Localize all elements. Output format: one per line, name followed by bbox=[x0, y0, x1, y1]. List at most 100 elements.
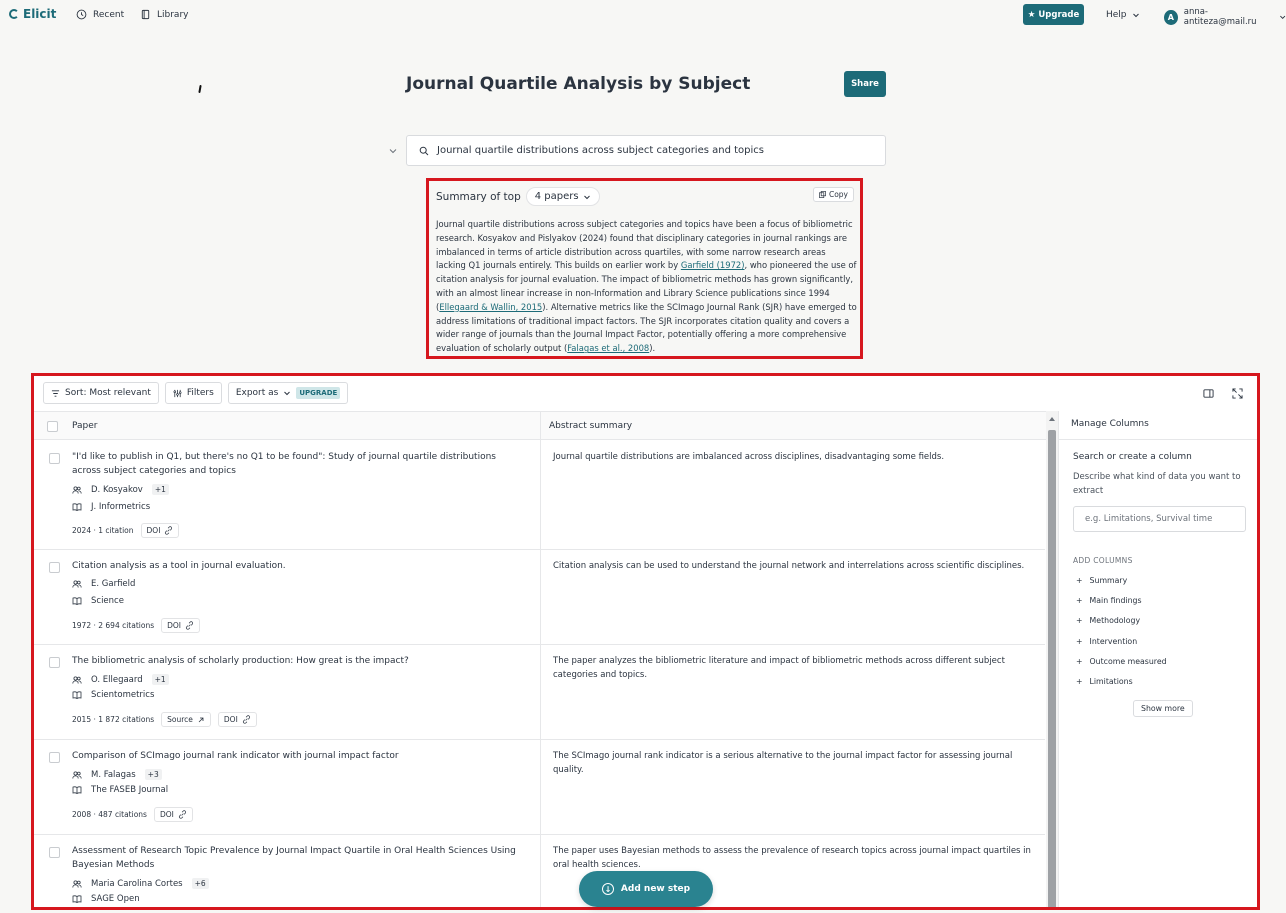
table-row[interactable]: Comparison of SCImago journal rank indic… bbox=[34, 740, 1045, 835]
book-icon bbox=[141, 9, 150, 20]
table-row[interactable]: Citation analysis as a tool in journal e… bbox=[34, 550, 1045, 645]
table-row[interactable]: "I'd like to publish in Q1, but there's … bbox=[34, 441, 1045, 550]
search-input[interactable]: Journal quartile distributions across su… bbox=[406, 135, 886, 166]
year-citations: 2008 · 487 citations bbox=[72, 810, 147, 819]
table-row[interactable]: Assessment of Research Topic Prevalence … bbox=[34, 835, 1045, 907]
column-option-label: Limitations bbox=[1089, 677, 1133, 686]
scroll-up-arrow-icon[interactable] bbox=[1046, 414, 1058, 424]
row-checkbox[interactable] bbox=[49, 847, 60, 858]
elicit-logo[interactable]: Elicit bbox=[9, 7, 56, 21]
plus-icon: + bbox=[1076, 637, 1083, 646]
paper-title[interactable]: "I'd like to publish in Q1, but there's … bbox=[72, 450, 522, 478]
share-button[interactable]: Share bbox=[844, 71, 886, 97]
add-column-outcome-measured[interactable]: + Outcome measured bbox=[1076, 657, 1167, 666]
nav-library[interactable]: Library bbox=[140, 9, 188, 20]
table-header: Paper Abstract summary bbox=[34, 411, 1057, 440]
paper-title[interactable]: Comparison of SCImago journal rank indic… bbox=[72, 749, 522, 763]
doi-link[interactable]: DOI bbox=[153, 807, 193, 822]
papers-count-label: 4 papers bbox=[534, 191, 579, 202]
filters-button[interactable]: Filters bbox=[164, 382, 222, 404]
paper-authors: E. Garfield bbox=[72, 579, 135, 589]
nav-library-label: Library bbox=[157, 9, 189, 20]
doi-link[interactable]: DOI bbox=[217, 712, 257, 727]
row-checkbox[interactable] bbox=[49, 562, 60, 573]
paper-title[interactable]: Assessment of Research Topic Prevalence … bbox=[72, 844, 522, 872]
filters-label: Filters bbox=[186, 388, 214, 398]
citation-link[interactable]: Ellegaard & Wallin, 2015 bbox=[439, 302, 542, 312]
citation-link[interactable]: Falagas et al., 2008 bbox=[567, 343, 649, 353]
add-column-intervention[interactable]: + Intervention bbox=[1076, 637, 1137, 646]
collapse-chevron-icon[interactable] bbox=[388, 146, 398, 156]
paper-title[interactable]: Citation analysis as a tool in journal e… bbox=[72, 559, 522, 573]
user-menu[interactable]: A anna-antiteza@mail.ru bbox=[1164, 7, 1286, 27]
column-header-paper[interactable]: Paper bbox=[72, 421, 98, 431]
open-book-icon bbox=[72, 786, 82, 794]
table-row[interactable]: The bibliometric analysis of scholarly p… bbox=[34, 645, 1045, 740]
upgrade-button[interactable]: ★ Upgrade bbox=[1023, 4, 1084, 25]
open-book-icon bbox=[72, 503, 82, 511]
copy-button[interactable]: Copy bbox=[812, 187, 854, 202]
sort-button[interactable]: Sort: Most relevant bbox=[43, 382, 159, 404]
row-checkbox[interactable] bbox=[49, 453, 60, 464]
chevron-down-icon bbox=[583, 195, 590, 199]
sort-label: Sort: Most relevant bbox=[65, 388, 151, 398]
column-header-abstract[interactable]: Abstract summary bbox=[549, 421, 632, 431]
doi-label: DOI bbox=[159, 810, 174, 819]
paper-authors: Maria Carolina Cortes +6 bbox=[72, 878, 209, 889]
more-authors-badge[interactable]: +1 bbox=[151, 484, 169, 495]
doi-link[interactable]: DOI bbox=[140, 523, 180, 538]
doi-link[interactable]: DOI bbox=[161, 618, 201, 633]
expand-icon[interactable] bbox=[1232, 388, 1243, 399]
view-controls bbox=[1203, 388, 1243, 399]
papers-count-dropdown[interactable]: 4 papers bbox=[525, 187, 600, 206]
summary-header: Summary of top 4 papers bbox=[436, 187, 600, 206]
more-authors-badge[interactable]: +1 bbox=[151, 674, 169, 685]
more-authors-badge[interactable]: +6 bbox=[191, 878, 209, 889]
abstract-summary: The paper uses Bayesian methods to asses… bbox=[553, 846, 1031, 870]
search-icon bbox=[419, 146, 429, 155]
paper-stats: 2024 · 1 citation DOI bbox=[72, 523, 180, 538]
row-checkbox[interactable] bbox=[49, 657, 60, 668]
source-link[interactable]: Source bbox=[161, 712, 211, 727]
paper-authors: D. Kosyakov +1 bbox=[72, 484, 169, 495]
column-search-input[interactable]: e.g. Limitations, Survival time bbox=[1073, 506, 1246, 532]
help-menu[interactable]: Help bbox=[1106, 10, 1140, 20]
star-icon: ★ bbox=[1027, 9, 1036, 20]
journal-name: SAGE Open bbox=[91, 894, 140, 904]
add-column-main-findings[interactable]: + Main findings bbox=[1076, 596, 1142, 605]
chevron-down-icon bbox=[284, 391, 291, 396]
scrollbar-thumb[interactable] bbox=[1048, 430, 1056, 907]
sidebar-toggle-icon[interactable] bbox=[1203, 388, 1214, 399]
more-authors-badge[interactable]: +3 bbox=[144, 769, 162, 780]
column-option-label: Outcome measured bbox=[1089, 657, 1167, 666]
author-name: O. Ellegaard bbox=[91, 674, 143, 685]
row-checkbox[interactable] bbox=[49, 752, 60, 763]
summary-text: Journal quartile distributions across su… bbox=[436, 218, 857, 356]
sort-icon bbox=[51, 389, 60, 397]
add-column-summary[interactable]: + Summary bbox=[1076, 576, 1127, 585]
citation-link[interactable]: Garfield (1972) bbox=[681, 260, 745, 270]
export-button[interactable]: Export as UPGRADE bbox=[227, 382, 349, 404]
avatar: A bbox=[1164, 9, 1178, 25]
doi-label: DOI bbox=[223, 715, 238, 724]
paper-authors: O. Ellegaard +1 bbox=[72, 674, 169, 685]
author-name: D. Kosyakov bbox=[91, 484, 143, 495]
select-all-checkbox[interactable] bbox=[47, 421, 58, 432]
show-more-button[interactable]: Show more bbox=[1133, 700, 1193, 717]
paper-journal: The FASEB Journal bbox=[72, 785, 168, 795]
elicit-logo-icon bbox=[9, 9, 19, 19]
add-column-limitations[interactable]: + Limitations bbox=[1076, 677, 1133, 686]
paper-journal: J. Informetrics bbox=[72, 502, 150, 512]
add-new-step-button[interactable]: ↓ Add new step bbox=[579, 871, 713, 907]
doi-label: DOI bbox=[146, 526, 161, 535]
nav-recent[interactable]: Recent bbox=[76, 9, 124, 20]
clock-icon bbox=[76, 9, 87, 20]
paper-title[interactable]: The bibliometric analysis of scholarly p… bbox=[72, 654, 522, 668]
year-citations: 2024 · 1 citation bbox=[72, 526, 134, 535]
journal-name: Scientometrics bbox=[91, 690, 155, 700]
paper-stats: 2008 · 487 citations DOI bbox=[72, 807, 193, 822]
upgrade-badge: UPGRADE bbox=[296, 387, 341, 399]
plus-icon: + bbox=[1076, 657, 1083, 666]
abstract-summary: Journal quartile distributions are imbal… bbox=[553, 452, 945, 462]
add-column-methodology[interactable]: + Methodology bbox=[1076, 616, 1140, 625]
